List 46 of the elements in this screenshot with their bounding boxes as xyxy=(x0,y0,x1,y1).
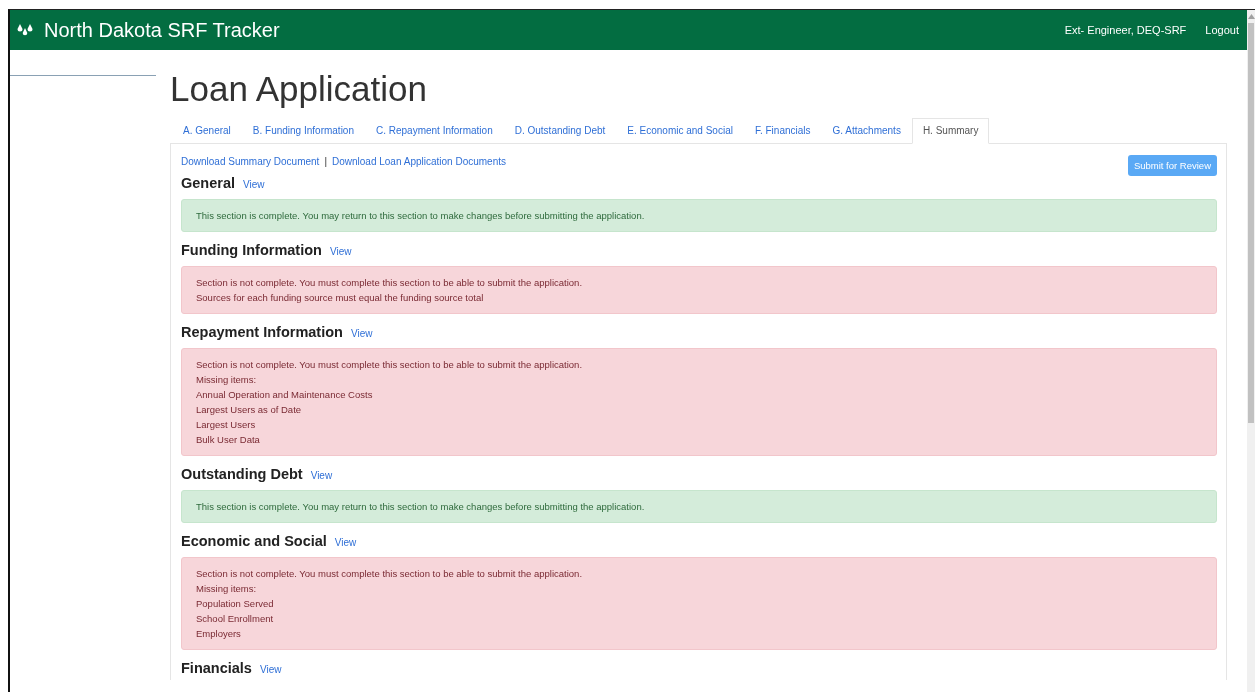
alert-text: Employers xyxy=(196,627,242,641)
alert-text: School Enrollment xyxy=(196,612,275,626)
view-link[interactable]: View xyxy=(259,664,282,675)
separator: | xyxy=(324,156,327,167)
alert-text: Largest Users xyxy=(196,418,257,432)
section-heading: Repayment Information xyxy=(181,324,343,340)
section-heading: General xyxy=(181,175,235,191)
alert-text: Missing items: xyxy=(196,373,258,387)
alert-text: Section is not complete. You must complete this section to be able to submit the application. xyxy=(196,358,584,372)
alert-text: Missing items: xyxy=(196,582,258,596)
alert-text: Population Served xyxy=(196,597,275,611)
view-link[interactable]: View xyxy=(350,328,373,339)
tab[interactable]: F. Financials xyxy=(743,118,822,144)
section-heading: Funding Information xyxy=(181,242,322,258)
water-drops-icon xyxy=(16,23,34,37)
alert-text: Bulk User Data xyxy=(196,433,261,447)
section-heading: Financials xyxy=(181,660,252,676)
tab[interactable]: A. General xyxy=(172,118,242,144)
tab[interactable]: H. Summary xyxy=(911,118,990,144)
view-link[interactable]: View xyxy=(334,537,357,548)
alert-text: Section is not complete. You must complete this section to be able to submit the application. xyxy=(196,276,584,290)
view-link[interactable]: View xyxy=(243,179,265,190)
site-title-link[interactable]: North Dakota SRF Tracker xyxy=(44,18,280,42)
tab[interactable]: C. Repayment Information xyxy=(365,118,504,144)
alert-text: Largest Users as of Date xyxy=(196,403,303,417)
alert-text: Section is not complete. You must complete this section to be able to submit the application. xyxy=(196,567,584,581)
download-link[interactable]: Download Loan Application Documents xyxy=(332,156,506,167)
download-link[interactable]: Download Summary Document xyxy=(181,156,320,167)
section-heading: Outstanding Debt xyxy=(181,466,303,482)
logout-link[interactable]: Logout xyxy=(1205,24,1239,36)
view-link[interactable]: View xyxy=(329,246,352,257)
view-link[interactable]: View xyxy=(310,470,333,481)
alert-text: Annual Operation and Maintenance Costs xyxy=(196,388,374,402)
alert-text: This section is complete. You may return to this section to make changes before submitting the application. xyxy=(196,500,646,514)
page-title: Loan Application xyxy=(170,69,428,109)
tab[interactable]: B. Funding Information xyxy=(241,118,365,144)
alert-text: This section is complete. You may return to this section to make changes before submitting the application. xyxy=(196,209,646,223)
tab[interactable]: D. Outstanding Debt xyxy=(503,118,617,144)
scroll-up-icon[interactable] xyxy=(1247,14,1255,19)
tab[interactable]: E. Economic and Social xyxy=(616,118,744,144)
section-heading: Economic and Social xyxy=(181,533,327,549)
user-name-link[interactable]: Ext- Engineer, DEQ-SRF xyxy=(1064,24,1187,36)
alert-text: Sources for each funding source must equal the funding source total xyxy=(196,291,485,305)
tab[interactable]: G. Attachments xyxy=(821,118,912,144)
scrollbar[interactable] xyxy=(1247,10,1255,692)
scroll-thumb[interactable] xyxy=(1248,23,1254,423)
